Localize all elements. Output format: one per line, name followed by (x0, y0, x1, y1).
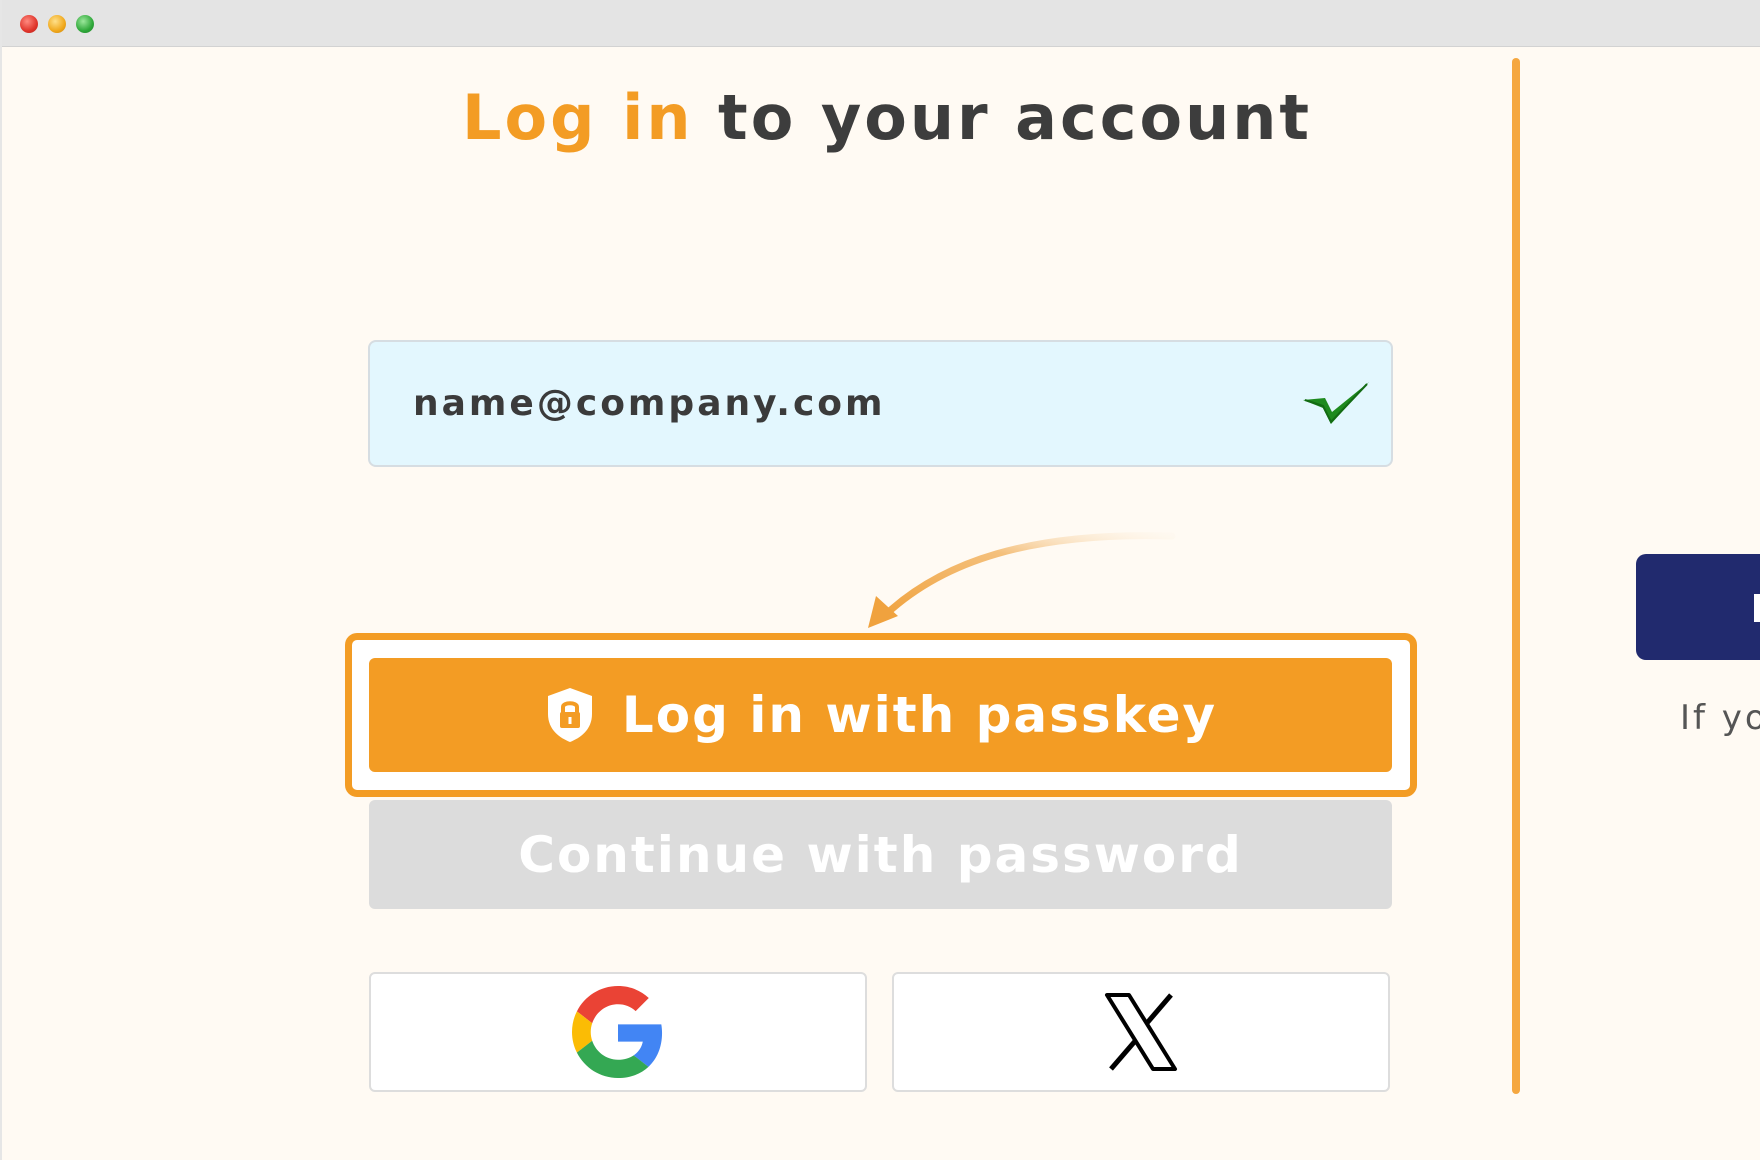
password-button-label: Continue with password (518, 825, 1243, 884)
panel-divider (1512, 58, 1520, 1094)
email-value: name@company.com (413, 383, 886, 424)
zoom-window-button[interactable] (76, 15, 94, 33)
x-logo-icon (1105, 993, 1177, 1071)
minimize-window-button[interactable] (48, 15, 66, 33)
right-panel-button[interactable] (1636, 554, 1760, 660)
close-window-button[interactable] (20, 15, 38, 33)
check-icon (1303, 382, 1369, 424)
browser-window: Log in to your account name@company.com … (0, 0, 1760, 1160)
google-icon (572, 986, 663, 1078)
google-login-button[interactable] (369, 972, 867, 1092)
page-title-highlight: Log in (462, 81, 694, 154)
passkey-login-button[interactable]: Log in with passkey (369, 658, 1392, 772)
email-field[interactable]: name@company.com (368, 340, 1393, 467)
shield-lock-icon (547, 688, 592, 742)
pointer-arrow-icon (868, 532, 1176, 628)
passkey-button-label: Log in with passkey (621, 686, 1218, 744)
page-title-rest: to your account (693, 81, 1313, 154)
right-panel-text: If yo (1680, 698, 1760, 738)
window-titlebar (2, 0, 1760, 47)
page-title: Log in to your account (462, 78, 1309, 158)
password-continue-button[interactable]: Continue with password (369, 800, 1392, 909)
right-panel-button-glyph (1754, 594, 1760, 622)
x-login-button[interactable] (892, 972, 1390, 1092)
